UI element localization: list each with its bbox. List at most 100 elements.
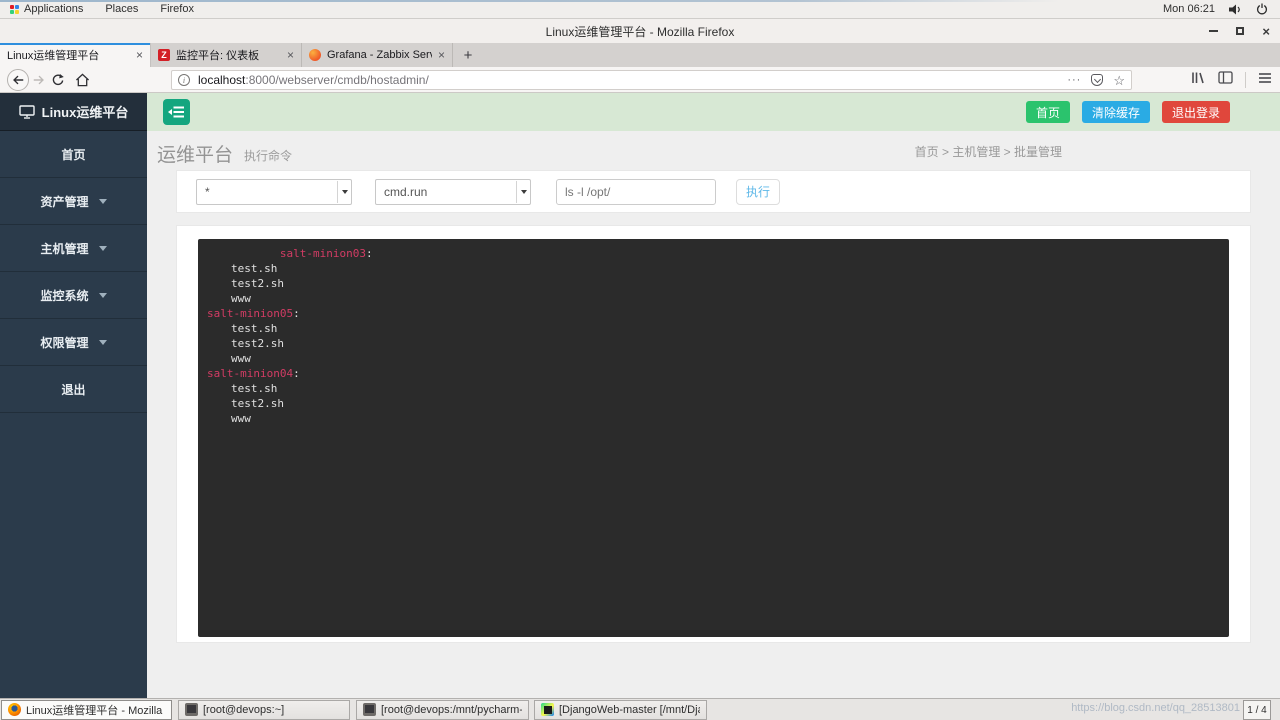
- top-edge-accent: [0, 0, 1060, 2]
- taskbar-pycharm-window[interactable]: [DjangoWeb-master [/mnt/DjangoW...: [534, 700, 707, 720]
- home-button[interactable]: [70, 67, 94, 93]
- window-title: Linux运维管理平台 - Mozilla Firefox: [546, 23, 735, 40]
- url-host: localhost: [198, 73, 245, 87]
- module-select-value: cmd.run: [384, 185, 427, 199]
- minimize-icon[interactable]: [1209, 30, 1218, 32]
- toolbar-divider: [1245, 72, 1246, 88]
- run-button[interactable]: 执行: [736, 179, 780, 205]
- clear-cache-button[interactable]: 清除缓存: [1082, 101, 1150, 123]
- terminal-icon: [185, 703, 198, 716]
- nav-bar: i localhost:8000/webserver/cmdb/hostadmi…: [0, 67, 1280, 93]
- command-output-terminal[interactable]: salt-minion03: test.sh test2.sh www salt…: [198, 239, 1229, 637]
- places-menu-label: Places: [105, 3, 138, 15]
- output-line: www: [207, 351, 1220, 366]
- monitor-icon: [19, 105, 35, 119]
- back-icon: [7, 69, 29, 91]
- sidebar-item-label: 监控系统: [40, 287, 88, 304]
- output-line: test2.sh: [207, 336, 1220, 351]
- grafana-favicon: [309, 49, 321, 61]
- taskbar-window-title: [root@devops:/mnt/pycharm-2019...: [381, 704, 522, 716]
- home-icon: [75, 73, 90, 87]
- clock[interactable]: Mon 06:21: [1163, 3, 1215, 15]
- output-line: test2.sh: [207, 276, 1220, 291]
- gnome-top-bar: Applications Places Firefox Mon 06:21: [0, 0, 1280, 19]
- bookmark-star-icon[interactable]: ☆: [1113, 74, 1125, 87]
- library-icon[interactable]: [1190, 70, 1206, 90]
- power-icon[interactable]: [1256, 3, 1268, 15]
- firefox-appmenu-label: Firefox: [160, 3, 194, 15]
- taskbar-terminal-window-1[interactable]: [root@devops:~]: [178, 700, 350, 720]
- applications-icon: [10, 5, 19, 14]
- collapse-menu-icon: [168, 105, 185, 119]
- terminal-icon: [363, 703, 376, 716]
- page-actions-icon[interactable]: ···: [1067, 74, 1081, 86]
- menu-hamburger-icon[interactable]: [1258, 71, 1272, 89]
- window-taskbar: Linux运维管理平台 - Mozilla Firefox [root@devo…: [0, 698, 1280, 720]
- close-icon[interactable]: ×: [1262, 25, 1270, 38]
- command-input[interactable]: [556, 179, 716, 205]
- workspace-switcher[interactable]: 1 / 4: [1243, 700, 1271, 720]
- url-bar[interactable]: i localhost:8000/webserver/cmdb/hostadmi…: [171, 70, 1132, 90]
- command-form-panel: * cmd.run 执行: [176, 170, 1251, 213]
- url-text[interactable]: localhost:8000/webserver/cmdb/hostadmin/: [198, 73, 429, 87]
- sidebar-item-label: 权限管理: [40, 334, 88, 351]
- app-logo[interactable]: Linux运维平台: [0, 93, 147, 131]
- new-tab-button[interactable]: +: [453, 43, 483, 67]
- desktop-screen: Applications Places Firefox Mon 06:21 Li…: [0, 0, 1280, 720]
- output-line: test.sh: [207, 381, 1220, 396]
- main-content: 首页 清除缓存 退出登录 运维平台 执行命令 首页 > 主机管理 > 批量管理 …: [147, 93, 1280, 698]
- output-line: www: [207, 291, 1220, 306]
- tab-title: Grafana - Zabbix Server D: [327, 49, 432, 61]
- sidebar-item-home[interactable]: 首页: [0, 131, 147, 178]
- sidebar-item-label: 主机管理: [40, 240, 88, 257]
- tab-title: 监控平台: 仪表板: [176, 47, 281, 63]
- tab-grafana[interactable]: Grafana - Zabbix Server D ×: [302, 43, 453, 67]
- sidebar-item-monitoring[interactable]: 监控系统: [0, 272, 147, 319]
- firefox-titlebar[interactable]: Linux运维管理平台 - Mozilla Firefox ×: [0, 19, 1280, 43]
- sidebar-item-assets[interactable]: 资产管理: [0, 178, 147, 225]
- taskbar-window-title: Linux运维管理平台 - Mozilla Firefox: [26, 702, 165, 718]
- taskbar-firefox-window[interactable]: Linux运维管理平台 - Mozilla Firefox: [1, 700, 172, 720]
- firefox-appmenu[interactable]: Firefox: [160, 3, 194, 15]
- output-line: www: [207, 411, 1220, 426]
- minion-host: salt-minion04: [207, 367, 293, 380]
- applications-menu[interactable]: Applications: [10, 3, 83, 15]
- pocket-icon[interactable]: [1091, 74, 1103, 86]
- chevron-down-icon: [99, 293, 107, 298]
- tab-title: Linux运维管理平台: [7, 47, 130, 63]
- sidebar-item-label: 资产管理: [40, 193, 88, 210]
- reload-button[interactable]: [47, 67, 69, 93]
- site-info-icon[interactable]: i: [178, 74, 190, 86]
- tab-close-icon[interactable]: ×: [432, 48, 445, 62]
- indent: [207, 247, 280, 260]
- target-select[interactable]: *: [196, 179, 352, 205]
- app-sidebar: Linux运维平台 首页 资产管理 主机管理 监控系统 权限管理: [0, 93, 147, 698]
- tab-zabbix-dashboard[interactable]: Z 监控平台: 仪表板 ×: [151, 43, 302, 67]
- sidebar-item-label: 首页: [61, 146, 85, 163]
- reload-icon: [51, 73, 65, 87]
- firefox-icon: [8, 703, 21, 716]
- volume-icon[interactable]: [1229, 4, 1242, 15]
- sidebar-item-hosts[interactable]: 主机管理: [0, 225, 147, 272]
- breadcrumb[interactable]: 首页 > 主机管理 > 批量管理: [915, 143, 1062, 160]
- select-arrow-icon: [337, 181, 351, 203]
- page-header: 运维平台 执行命令 首页 > 主机管理 > 批量管理: [147, 131, 1280, 170]
- chevron-down-icon: [99, 199, 107, 204]
- target-select-value: *: [205, 185, 210, 199]
- tab-close-icon[interactable]: ×: [281, 48, 294, 62]
- sidebar-collapse-button[interactable]: [163, 99, 190, 125]
- logout-button[interactable]: 退出登录: [1162, 101, 1230, 123]
- sidebar-item-logout[interactable]: 退出: [0, 366, 147, 413]
- tab-ops-platform[interactable]: Linux运维管理平台 ×: [0, 43, 151, 67]
- taskbar-terminal-window-2[interactable]: [root@devops:/mnt/pycharm-2019...: [356, 700, 529, 720]
- places-menu[interactable]: Places: [105, 3, 138, 15]
- tab-close-icon[interactable]: ×: [130, 48, 143, 62]
- module-select[interactable]: cmd.run: [375, 179, 531, 205]
- sidebar-toggle-icon[interactable]: [1218, 71, 1233, 89]
- sidebar-item-permissions[interactable]: 权限管理: [0, 319, 147, 366]
- home-button-header[interactable]: 首页: [1026, 101, 1070, 123]
- chevron-down-icon: [99, 340, 107, 345]
- taskbar-window-title: [DjangoWeb-master [/mnt/DjangoW...: [559, 704, 700, 716]
- zabbix-favicon: Z: [158, 49, 170, 61]
- maximize-icon[interactable]: [1236, 27, 1244, 35]
